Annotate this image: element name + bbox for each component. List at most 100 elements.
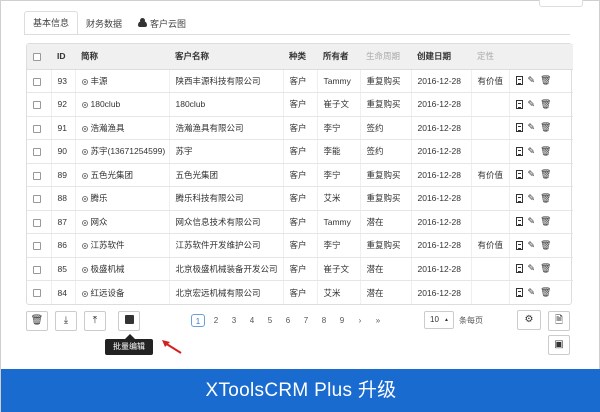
select-all-checkbox[interactable] bbox=[33, 53, 41, 61]
row-checkbox[interactable] bbox=[33, 289, 41, 298]
page-link[interactable]: 4 bbox=[245, 314, 259, 327]
col-created[interactable]: 创建日期 bbox=[411, 44, 471, 70]
settings-button[interactable]: ⚙ bbox=[517, 310, 541, 330]
trash-icon[interactable]: 🗑 bbox=[540, 146, 551, 156]
row-checkbox[interactable] bbox=[33, 265, 41, 274]
expand-circle-icon[interactable] bbox=[81, 78, 88, 85]
cell-short-name[interactable]: 浩瀚渔具 bbox=[75, 116, 170, 140]
row-checkbox[interactable] bbox=[33, 195, 41, 203]
trash-icon[interactable]: 🗑 bbox=[540, 170, 551, 179]
document-icon[interactable] bbox=[515, 288, 523, 297]
row-checkbox[interactable] bbox=[33, 242, 41, 250]
col-status[interactable]: 定性 bbox=[471, 44, 509, 70]
col-owner[interactable]: 所有者 bbox=[317, 44, 360, 70]
page-link[interactable]: 9 bbox=[335, 314, 349, 327]
tab-basic-info[interactable]: 基本信息 bbox=[24, 11, 79, 35]
document-icon[interactable] bbox=[515, 146, 523, 156]
document-icon[interactable] bbox=[515, 99, 523, 109]
table-row[interactable]: 86 江苏软件 江苏软件开发维护公司 客户 李宁 重复购买 2016-12-28… bbox=[27, 233, 573, 258]
top-action-button[interactable]: ···· bbox=[539, 0, 583, 7]
cell-short-name[interactable]: 苏宇(13671254599) bbox=[75, 139, 170, 164]
document-icon[interactable] bbox=[515, 240, 523, 250]
pencil-icon[interactable]: ✎ bbox=[528, 264, 536, 273]
expand-circle-icon[interactable] bbox=[81, 243, 88, 250]
page-link[interactable]: 8 bbox=[317, 314, 331, 327]
pencil-icon[interactable]: ✎ bbox=[528, 193, 536, 203]
page-link[interactable]: 5 bbox=[263, 314, 277, 327]
pencil-icon[interactable]: ✎ bbox=[528, 170, 536, 179]
row-checkbox[interactable] bbox=[33, 101, 41, 109]
pencil-icon[interactable]: ✎ bbox=[528, 240, 536, 250]
expand-circle-icon[interactable] bbox=[81, 149, 88, 156]
pencil-icon[interactable]: ✎ bbox=[528, 288, 536, 297]
document-icon[interactable] bbox=[515, 264, 523, 274]
cell-short-name[interactable]: 红远设备 bbox=[75, 280, 170, 304]
cell-short-name[interactable]: 极盛机械 bbox=[75, 257, 170, 281]
page-link[interactable]: 3 bbox=[227, 314, 241, 327]
expand-circle-icon[interactable] bbox=[81, 196, 88, 203]
cell-short-name[interactable]: 五色光集团 bbox=[75, 163, 170, 187]
pencil-icon[interactable]: ✎ bbox=[528, 146, 536, 156]
expand-circle-icon[interactable] bbox=[81, 172, 88, 179]
table-row[interactable]: 88 腾乐 腾乐科技有限公司 客户 艾米 重复购买 2016-12-28 ✎ 🗑 bbox=[27, 186, 573, 211]
row-checkbox[interactable] bbox=[33, 148, 41, 156]
page-link[interactable]: 2 bbox=[209, 314, 223, 327]
trash-icon[interactable]: 🗑 bbox=[540, 288, 551, 297]
trash-icon[interactable]: 🗑 bbox=[540, 264, 551, 273]
trash-icon[interactable]: 🗑 bbox=[540, 193, 551, 203]
trash-icon[interactable]: 🗑 bbox=[540, 240, 551, 250]
expand-circle-icon[interactable] bbox=[81, 219, 88, 226]
expand-circle-icon[interactable] bbox=[81, 102, 88, 109]
trash-icon[interactable]: 🗑 bbox=[540, 99, 551, 109]
document-icon[interactable] bbox=[515, 170, 523, 180]
page-link[interactable]: 6 bbox=[281, 314, 295, 327]
table-row[interactable]: 93 丰源 陕西丰源科技有限公司 客户 Tammy 重复购买 2016-12-2… bbox=[27, 69, 573, 93]
col-short-name[interactable]: 简称 bbox=[75, 44, 169, 70]
page-size-select[interactable]: 10 bbox=[424, 311, 454, 329]
batch-edit-button[interactable] bbox=[118, 311, 140, 331]
table-row[interactable]: 89 五色光集团 五色光集团 客户 李宁 重复购买 2016-12-28 有价值… bbox=[27, 163, 573, 187]
col-company[interactable]: 客户名称 bbox=[169, 44, 283, 70]
pencil-icon[interactable]: ✎ bbox=[528, 217, 536, 226]
trash-icon[interactable]: 🗑 bbox=[540, 217, 551, 226]
cell-short-name[interactable]: 180club bbox=[75, 92, 170, 117]
trash-icon[interactable]: 🗑 bbox=[540, 76, 551, 85]
document-icon[interactable] bbox=[515, 193, 523, 203]
document-icon[interactable] bbox=[515, 217, 523, 227]
expand-circle-icon[interactable] bbox=[81, 266, 88, 273]
trash-icon[interactable]: 🗑 bbox=[540, 123, 551, 132]
document-icon[interactable] bbox=[515, 123, 523, 133]
row-checkbox[interactable] bbox=[33, 124, 41, 133]
col-lifecycle[interactable]: 生命周期 bbox=[360, 44, 411, 70]
import-button[interactable]: ⤓ bbox=[55, 311, 77, 331]
table-row[interactable]: 92 180club 180club 客户 崔子文 重复购买 2016-12-2… bbox=[27, 92, 573, 117]
cell-short-name[interactable]: 丰源 bbox=[75, 69, 170, 93]
cell-short-name[interactable]: 江苏软件 bbox=[75, 233, 170, 258]
col-id[interactable]: ID bbox=[51, 44, 75, 70]
table-row[interactable]: 84 红远设备 北京宏远机械有限公司 客户 艾米 潜在 2016-12-28 ✎… bbox=[27, 280, 573, 304]
row-checkbox[interactable] bbox=[33, 218, 41, 227]
page-link[interactable]: 1 bbox=[191, 314, 205, 327]
table-row[interactable]: 85 极盛机械 北京极盛机械装备开发公司 客户 崔子文 潜在 2016-12-2… bbox=[27, 257, 573, 281]
page-link[interactable]: › bbox=[353, 314, 367, 327]
row-checkbox[interactable] bbox=[33, 171, 41, 180]
delete-button[interactable]: 🗑 bbox=[26, 311, 48, 331]
tab-customer-cloud[interactable]: 客户云图 bbox=[130, 13, 194, 35]
pencil-icon[interactable]: ✎ bbox=[528, 99, 536, 109]
page-link[interactable]: 7 bbox=[299, 314, 313, 327]
expand-circle-icon[interactable] bbox=[81, 125, 88, 132]
row-checkbox[interactable] bbox=[33, 77, 41, 86]
export-file-button[interactable]: 🗎 bbox=[548, 311, 570, 331]
table-row[interactable]: 87 网众 网众信息技术有限公司 客户 Tammy 潜在 2016-12-28 … bbox=[27, 210, 573, 234]
pencil-icon[interactable]: ✎ bbox=[528, 76, 536, 85]
export-button[interactable]: ⤒ bbox=[84, 311, 106, 331]
cell-short-name[interactable]: 腾乐 bbox=[75, 186, 170, 211]
page-link[interactable]: » bbox=[371, 314, 385, 327]
cell-short-name[interactable]: 网众 bbox=[75, 210, 170, 234]
expand-circle-icon[interactable] bbox=[81, 290, 88, 297]
document-icon[interactable] bbox=[515, 76, 523, 86]
tab-finance[interactable]: 财务数据 bbox=[78, 13, 130, 35]
pencil-icon[interactable]: ✎ bbox=[528, 123, 536, 132]
table-row[interactable]: 90 苏宇(13671254599) 苏宇 客户 李能 签约 2016-12-2… bbox=[27, 139, 573, 164]
col-type[interactable]: 种类 bbox=[283, 44, 317, 70]
